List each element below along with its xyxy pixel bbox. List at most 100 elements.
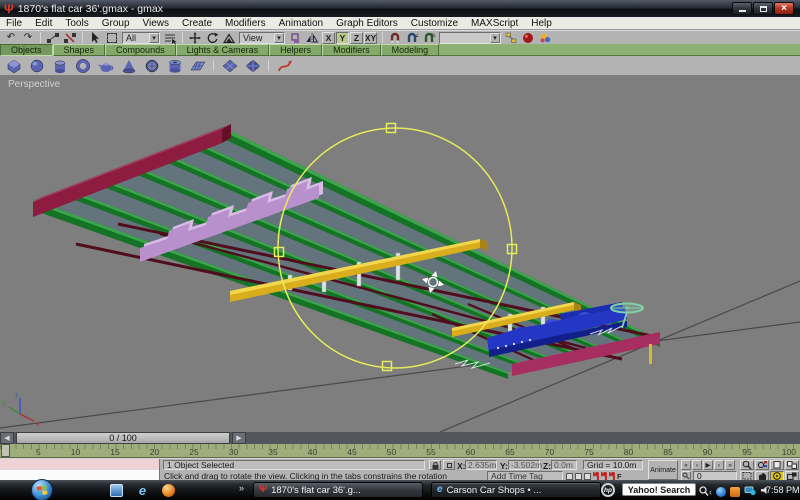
- select-and-move-icon[interactable]: [188, 31, 202, 44]
- selection-filter-dropdown[interactable]: All ▾: [122, 31, 160, 44]
- tab-modeling[interactable]: Modeling: [380, 44, 440, 56]
- splines-icon[interactable]: [275, 57, 294, 74]
- quick-launch-icon[interactable]: [162, 484, 175, 497]
- maxscript-mini-listener-macro[interactable]: [0, 459, 160, 470]
- menu-item[interactable]: Views: [143, 18, 170, 29]
- search-icon[interactable]: [699, 484, 709, 500]
- use-pivot-center-icon[interactable]: [288, 32, 302, 44]
- unlink-selection-icon[interactable]: [63, 32, 77, 44]
- menu-item[interactable]: Help: [531, 18, 552, 29]
- key-filter-cube-icon[interactable]: [566, 472, 573, 480]
- axis-button-x[interactable]: X: [322, 31, 335, 44]
- menu-item[interactable]: Graph Editors: [336, 18, 398, 29]
- playback-next-frame[interactable]: ›: [714, 460, 724, 470]
- frame-zero-marker[interactable]: [1, 444, 10, 457]
- time-slider-prev-icon[interactable]: ◀: [0, 432, 14, 444]
- tab-compounds[interactable]: Compounds: [105, 44, 176, 56]
- tray-messenger-icon[interactable]: [716, 487, 726, 497]
- playback-go-to-end[interactable]: »: [725, 460, 735, 470]
- menu-item[interactable]: Animation: [279, 18, 323, 29]
- snap-toggle-icon[interactable]: [388, 32, 402, 44]
- playback-go-to-start[interactable]: «: [681, 460, 691, 470]
- viewport-label[interactable]: Perspective: [8, 79, 60, 90]
- select-and-rotate-icon[interactable]: [205, 32, 219, 44]
- viewport-canvas[interactable]: x y z: [0, 76, 800, 432]
- z-coordinate-field[interactable]: 0.0m: [551, 460, 577, 470]
- tab-lights-cameras[interactable]: Lights & Cameras: [175, 44, 270, 56]
- axis-button-z[interactable]: Z: [350, 31, 363, 44]
- network-icon[interactable]: [744, 483, 756, 500]
- playback-previous-frame[interactable]: ‹: [692, 460, 702, 470]
- taskbar-button-gmax[interactable]: Ψ 1870's flat car 36'.g...: [253, 482, 423, 498]
- x-coordinate-field[interactable]: 2.635m: [465, 460, 497, 470]
- teapot-primitive-icon[interactable]: [96, 57, 115, 74]
- time-slider-button[interactable]: 0 / 100: [16, 432, 230, 444]
- reference-coordinate-dropdown[interactable]: View ▾: [239, 31, 285, 44]
- minimize-button[interactable]: [732, 2, 752, 15]
- box-primitive-icon[interactable]: [4, 57, 23, 74]
- zoom-extents-icon[interactable]: [770, 460, 784, 470]
- redo-icon[interactable]: ↷: [21, 32, 35, 44]
- selection-lock-icon[interactable]: [429, 460, 441, 470]
- sphere-primitive-icon[interactable]: [27, 57, 46, 74]
- menu-item[interactable]: File: [6, 18, 22, 29]
- close-button[interactable]: ×: [774, 2, 794, 15]
- geosphere-primitive-icon[interactable]: [142, 57, 161, 74]
- yahoo-search-box[interactable]: Yahoo! Search: [622, 483, 696, 496]
- material-editor-icon[interactable]: [521, 32, 535, 44]
- start-button[interactable]: [31, 479, 53, 500]
- axis-button-xy[interactable]: XY: [364, 31, 377, 44]
- select-and-scale-icon[interactable]: [222, 32, 236, 44]
- select-and-link-icon[interactable]: [46, 32, 60, 44]
- tube-primitive-icon[interactable]: [165, 57, 184, 74]
- plane-primitive-icon[interactable]: [188, 57, 207, 74]
- axis-button-y[interactable]: Y: [336, 31, 349, 44]
- time-slider-next-icon[interactable]: ▶: [232, 432, 246, 444]
- cone-primitive-icon[interactable]: [119, 57, 138, 74]
- rectangular-selection-region-icon[interactable]: [105, 32, 119, 44]
- angle-snap-icon[interactable]: ∠: [405, 32, 419, 44]
- animate-button[interactable]: Animate: [648, 460, 678, 480]
- tri-patch-icon[interactable]: [243, 57, 262, 74]
- maximize-button[interactable]: [753, 2, 773, 15]
- menu-item[interactable]: MAXScript: [471, 18, 518, 29]
- menu-item[interactable]: Group: [102, 18, 130, 29]
- menu-item[interactable]: Create: [182, 18, 212, 29]
- menu-item[interactable]: Modifiers: [225, 18, 266, 29]
- quad-patch-icon[interactable]: [220, 57, 239, 74]
- tray-expand-icon[interactable]: ‹: [709, 487, 712, 497]
- taskbar-button-ie[interactable]: e Carson Car Shops • ...: [431, 482, 601, 498]
- tab-shapes[interactable]: Shapes: [52, 44, 106, 56]
- undo-icon[interactable]: ↶: [4, 32, 18, 44]
- taskbar-clock[interactable]: 7:58 PM: [766, 485, 800, 495]
- tab-objects[interactable]: Objects: [0, 44, 53, 56]
- show-desktop-icon[interactable]: [110, 484, 123, 497]
- menu-item[interactable]: Customize: [411, 18, 458, 29]
- torus-primitive-icon[interactable]: [73, 57, 92, 74]
- zoom-all-icon[interactable]: [755, 460, 769, 470]
- tray-app-icon[interactable]: [730, 487, 740, 497]
- time-slider-track[interactable]: ◀ 0 / 100 ▶: [0, 432, 800, 444]
- key-filter-cube-icon[interactable]: [584, 472, 591, 480]
- playback-play[interactable]: ▶: [703, 460, 713, 470]
- perspective-viewport[interactable]: Perspective x y z: [0, 76, 800, 432]
- internet-explorer-icon[interactable]: e: [136, 484, 149, 497]
- named-selection-dropdown[interactable]: ▾: [439, 31, 501, 44]
- title-bar[interactable]: Ψ 1870's flat car 36'.gmax - gmax ×: [0, 0, 800, 17]
- key-filter-key-icon[interactable]: [609, 472, 615, 480]
- menu-item[interactable]: Tools: [65, 18, 88, 29]
- select-object-icon[interactable]: [88, 31, 102, 44]
- tab-helpers[interactable]: Helpers: [269, 44, 323, 56]
- key-filter-key-icon[interactable]: [601, 472, 607, 480]
- timeline-ruler[interactable]: 5 10 15 20 25 30 35 40 45 50 55 60 65 70 75 80 85 90 95 100: [0, 444, 800, 458]
- key-filter-cube-icon[interactable]: [575, 472, 582, 480]
- percent-snap-icon[interactable]: %: [422, 32, 436, 44]
- cylinder-primitive-icon[interactable]: [50, 57, 69, 74]
- key-filter-key-icon[interactable]: [593, 472, 599, 480]
- zoom-extents-all-icon[interactable]: [785, 460, 799, 470]
- tab-modifiers[interactable]: Modifiers: [322, 44, 381, 56]
- render-icon[interactable]: [538, 32, 552, 44]
- flatcar-model[interactable]: [33, 124, 660, 379]
- select-by-name-icon[interactable]: [163, 32, 177, 44]
- zoom-icon[interactable]: [740, 460, 754, 470]
